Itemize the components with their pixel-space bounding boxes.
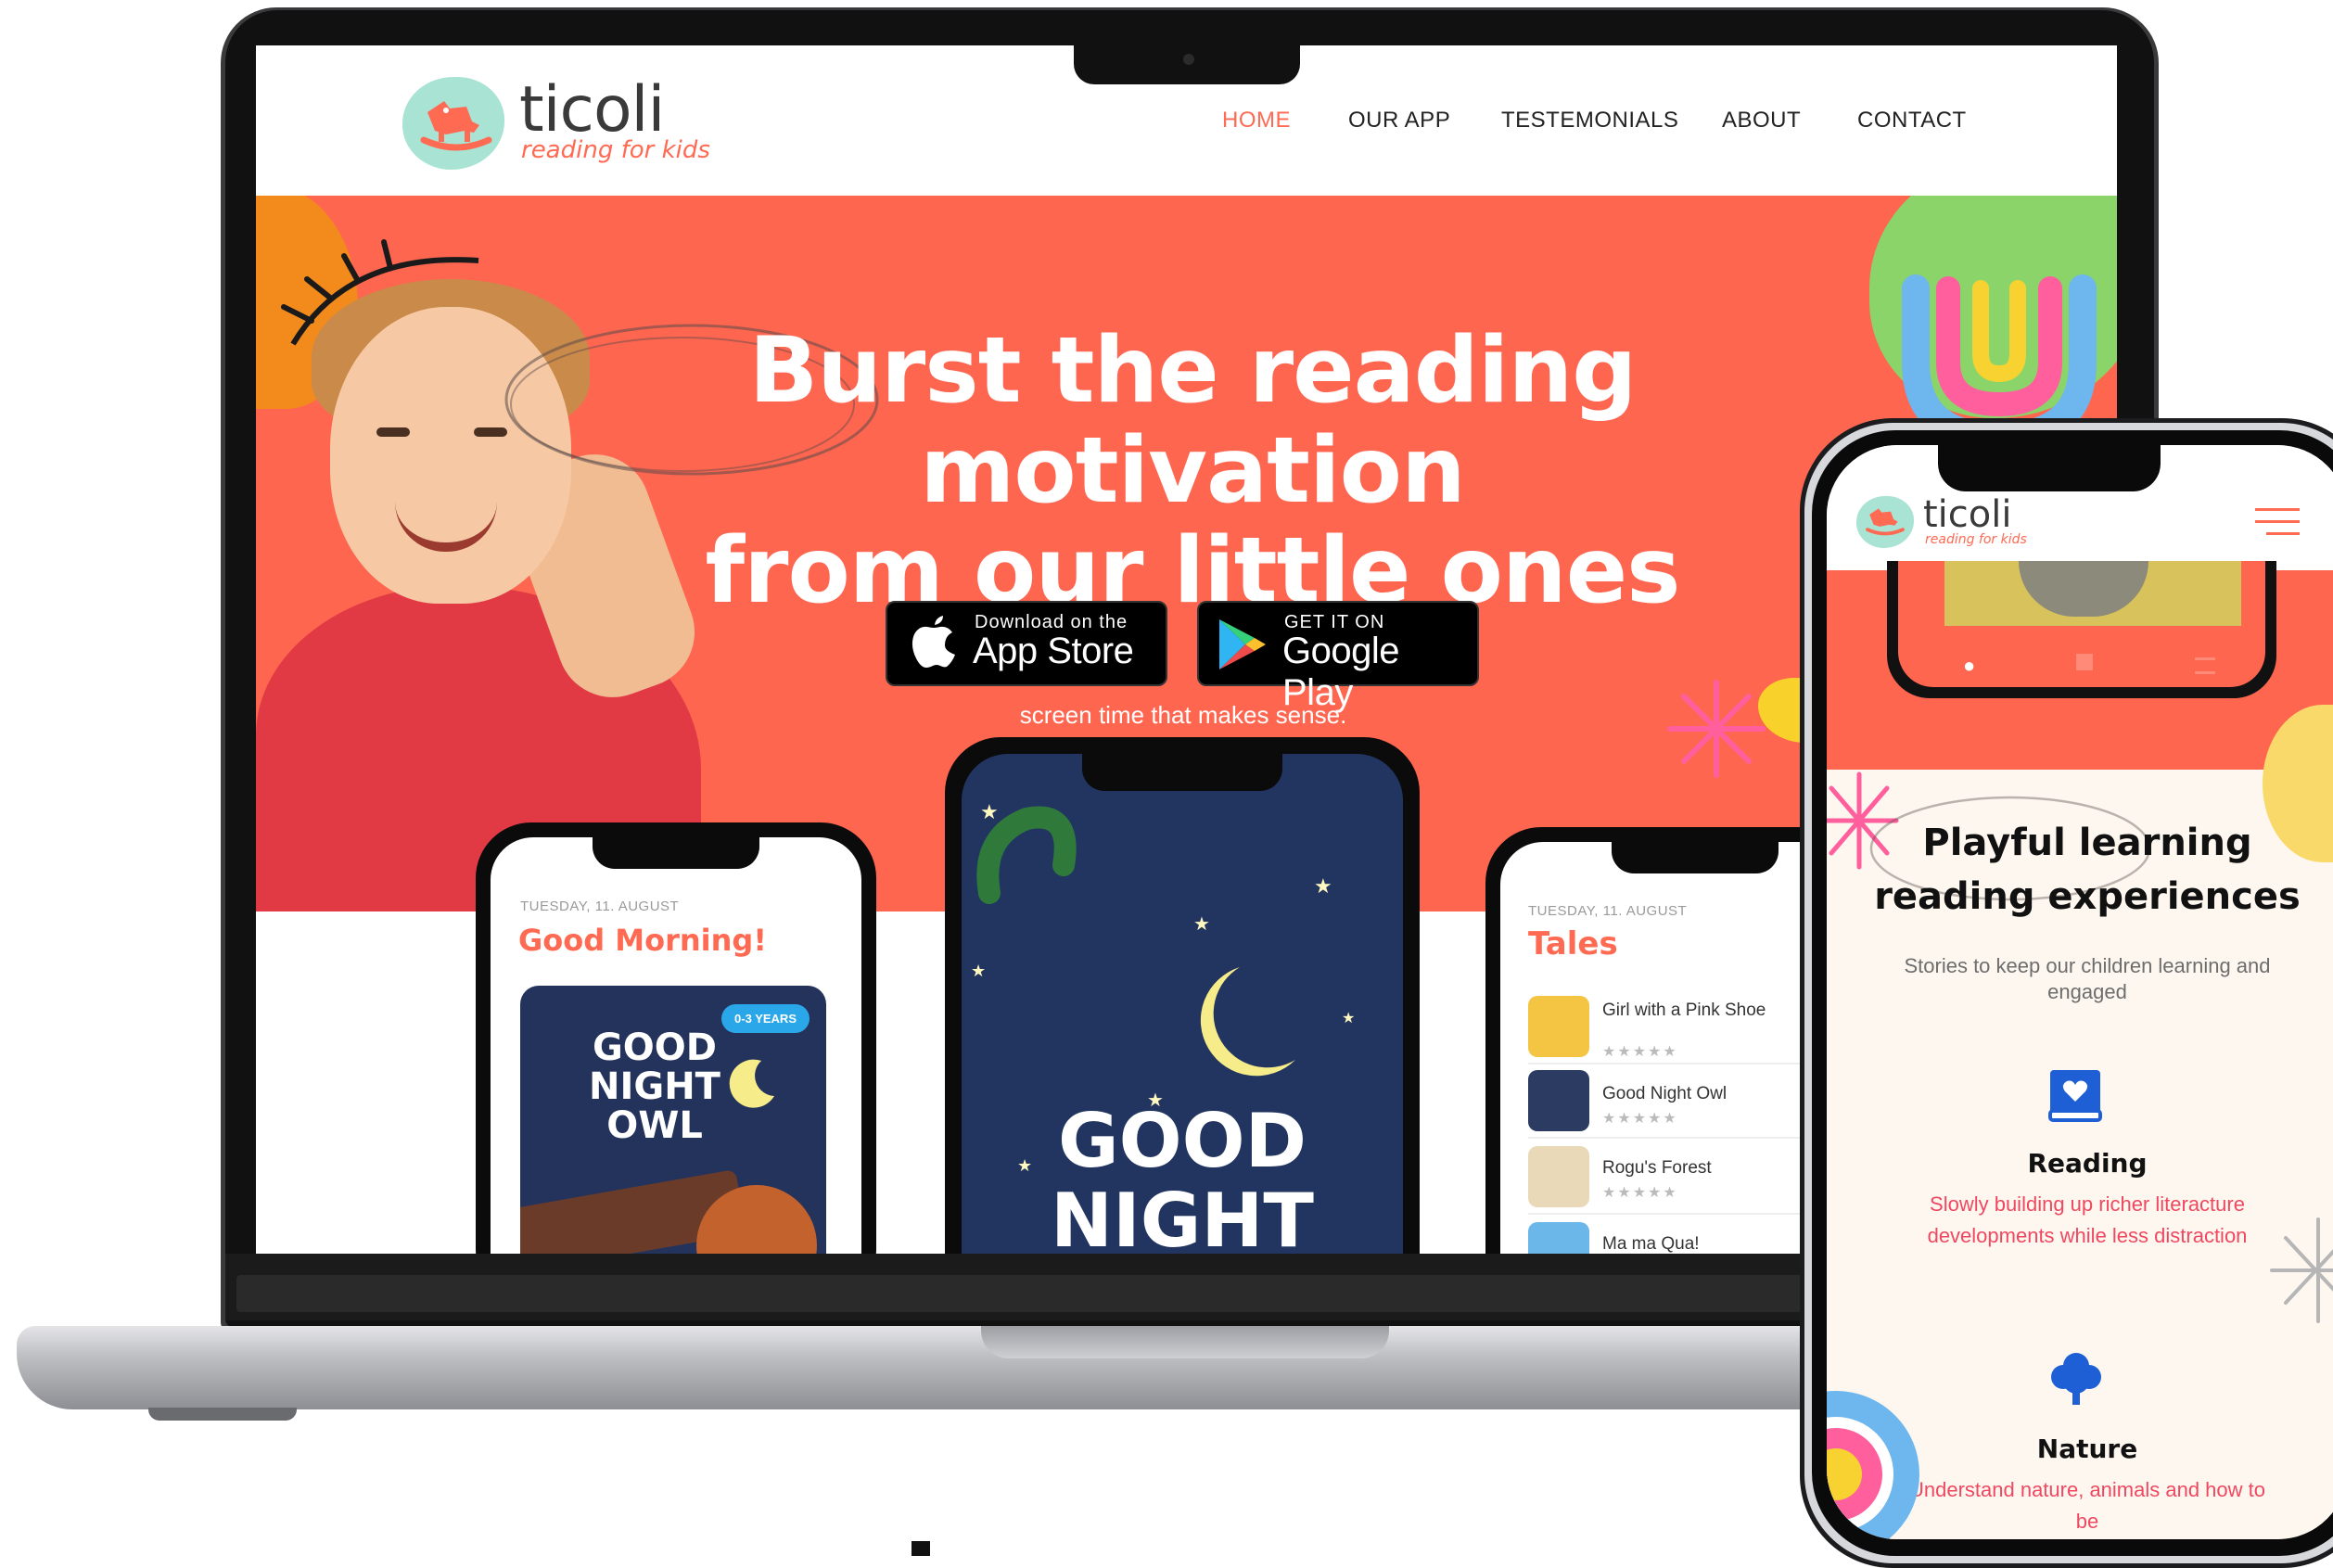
book-tab-icon[interactable] [2076, 654, 2093, 670]
hero-title-line-1: Burst the reading motivation [748, 318, 1638, 524]
mobile-rainbow-blob-icon [1827, 1391, 1919, 1539]
phone-left-greeting: Good Morning! [518, 923, 767, 958]
partial-text-fragment [912, 1541, 930, 1556]
laptop-foot [148, 1408, 297, 1421]
mobile-phone-preview: ● [1887, 561, 2276, 698]
tale-row[interactable]: Rogu's Forest ★★★★★ [1528, 1141, 1853, 1215]
feature-text-reading: Slowly building up richer literacture de… [1927, 1192, 2248, 1247]
apple-icon [912, 616, 955, 668]
iphone-screen: ticoli reading for kids ● Playful learni… [1827, 445, 2333, 1539]
mobile-section-title-line-1: Playful learning [1922, 822, 2252, 864]
tale-thumb [1528, 1146, 1589, 1207]
mobile-section-subtitle: Stories to keep our children learning an… [1904, 954, 2271, 1003]
svg-text:★: ★ [1193, 914, 1210, 935]
feature-title-reading: Reading [2027, 1148, 2148, 1179]
tale-row[interactable]: Good Night Owl ★★★★★ [1528, 1064, 1853, 1139]
child-eye-left [376, 427, 410, 437]
hero-title-line-2: from our little ones [705, 518, 1680, 624]
nav-testimonials[interactable]: TESTEMONIALS [1501, 108, 1678, 134]
svg-text:★: ★ [980, 800, 999, 823]
tale-name: Girl with a Pink Shoe [1602, 1001, 1766, 1020]
laptop-trackpad-notch [981, 1326, 1389, 1358]
mobile-rocking-horse-icon [1866, 508, 1905, 536]
mobile-hero: ● [1827, 561, 2333, 770]
phone-left-notch [593, 837, 759, 869]
mobile-phone-preview-screen: ● [1898, 561, 2265, 687]
nav-home[interactable]: HOME [1222, 108, 1291, 134]
tale-thumb [1528, 1070, 1589, 1131]
mobile-logo-wordmark[interactable]: ticoli [1923, 493, 2012, 536]
tree-icon [2051, 1353, 2101, 1405]
hamburger-icon[interactable] [2255, 508, 2300, 538]
svg-text:★: ★ [1342, 1011, 1355, 1026]
age-badge: 0-3 YEARS [721, 1004, 810, 1033]
app-store-big-text: App Store [973, 631, 1134, 671]
dynamic-island [1938, 445, 2161, 491]
sparkle-pink-icon [1667, 680, 1766, 778]
mobile-logo-tagline: reading for kids [1925, 532, 2027, 547]
tale-row[interactable]: Ma ma Qua! [1528, 1217, 1853, 1254]
svg-text:★: ★ [1314, 874, 1332, 898]
tale-stars: ★★★★★ [1602, 1185, 1678, 1201]
phone-right-date: TUESDAY, 11. AUGUST [1528, 903, 1688, 919]
phone-right-heading: Tales [1528, 925, 1618, 962]
logo-tagline: reading for kids [521, 136, 710, 164]
book-card-good-night-owl[interactable]: 0-3 YEARS GOOD NIGHT OWL [520, 986, 826, 1254]
moon-icon [729, 1059, 774, 1108]
paw-icon[interactable]: ● [1963, 654, 1975, 678]
nav-about[interactable]: ABOUT [1722, 108, 1801, 134]
tale-stars: ★★★★★ [1602, 1111, 1678, 1127]
mobile-sparkle-gray-icon [2270, 1217, 2333, 1323]
google-play-icon [1219, 619, 1266, 669]
phone-center-screen: ★ ★ ★ ★ ★ ★ ★ GOOD NIGHT [962, 754, 1403, 1254]
hero-title: Burst the reading motivation from our li… [488, 321, 1897, 621]
feature-text-nature: Understand nature, animals and how to be [1908, 1478, 2265, 1533]
google-play-button[interactable]: GET IT ON Google Play [1197, 601, 1479, 713]
phone-right-notch [1612, 842, 1778, 873]
tale-name: Rogu's Forest [1602, 1158, 1712, 1178]
tale-name: Good Night Owl [1602, 1084, 1727, 1103]
tale-name: Ma ma Qua! [1602, 1234, 1700, 1254]
tale-thumb [1528, 996, 1589, 1057]
hero-subtitle: screen time that makes sense. [1019, 701, 1347, 729]
tale-row[interactable]: Girl with a Pink Shoe ★★★★★ [1528, 990, 1853, 1064]
nav-our-app[interactable]: OUR APP [1348, 108, 1450, 134]
mobile-section-title: Playful learning reading experiences [1827, 816, 2333, 924]
mobile-section-title-line-2: reading experiences [1874, 875, 2301, 918]
svg-text:★: ★ [971, 962, 986, 980]
app-store-button[interactable]: Download on the App Store [886, 601, 1167, 686]
book-heart-icon [2048, 1070, 2102, 1122]
book-title: GOOD NIGHT OWL [589, 1026, 720, 1147]
nav-contact[interactable]: CONTACT [1857, 108, 1967, 134]
tale-thumb [1528, 1222, 1589, 1254]
phone-mockup-left: TUESDAY, 11. AUGUST Good Morning! 0-3 YE… [476, 822, 876, 1254]
laptop-notch [1074, 45, 1300, 84]
center-book-title: GOOD NIGHT [1051, 1098, 1314, 1255]
tale-stars: ★★★★★ [1602, 1044, 1678, 1060]
phone-mockup-center: ★ ★ ★ ★ ★ ★ ★ GOOD NIGHT [945, 737, 1420, 1254]
camera-icon [1183, 54, 1194, 65]
menu-tab-icon[interactable] [2195, 657, 2215, 674]
phone-left-date: TUESDAY, 11. AUGUST [520, 899, 680, 914]
rocking-horse-icon [420, 101, 492, 151]
phone-left-screen: TUESDAY, 11. AUGUST Good Morning! 0-3 YE… [491, 837, 861, 1254]
